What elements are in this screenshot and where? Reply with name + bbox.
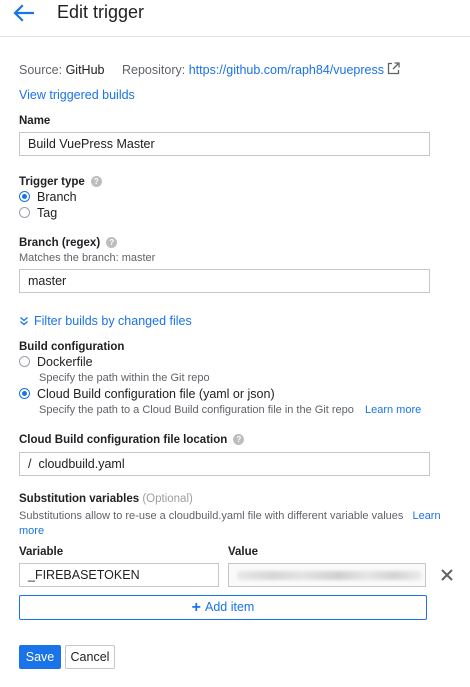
repository-info: Repository: https://github.com/raph84/vu…: [122, 63, 384, 77]
branch-input[interactable]: master: [19, 269, 430, 293]
radio-dockerfile[interactable]: Dockerfile: [19, 355, 93, 369]
substitution-desc-text: Substitutions allow to re-use a cloudbui…: [19, 510, 404, 522]
add-item-label: Add item: [205, 600, 255, 614]
name-input[interactable]: Build VuePress Master: [19, 132, 430, 156]
plus-icon: +: [191, 599, 201, 616]
config-location-label: Cloud Build configuration file location?: [19, 434, 245, 446]
radio-tag-indicator[interactable]: [19, 207, 30, 218]
variable-column-header: Variable: [19, 546, 64, 558]
name-label: Name: [19, 115, 51, 127]
page-title: Edit trigger: [57, 2, 145, 22]
cloud-build-hint: Specify the path to a Cloud Build config…: [39, 404, 421, 416]
trigger-type-label: Trigger type?: [19, 176, 102, 188]
radio-dockerfile-indicator[interactable]: [19, 356, 30, 367]
repository-label: Repository:: [122, 63, 186, 77]
add-item-button[interactable]: + Add item: [19, 595, 427, 620]
close-icon[interactable]: [439, 567, 455, 583]
optional-tag: (Optional): [142, 493, 193, 505]
branch-regex-label-text: Branch (regex): [19, 237, 101, 249]
radio-branch-label: Branch: [37, 190, 77, 204]
value-column-header: Value: [228, 546, 259, 558]
radio-cloud-build-config[interactable]: Cloud Build configuration file (yaml or …: [19, 387, 275, 401]
header-divider: [0, 36, 470, 37]
radio-tag[interactable]: Tag: [19, 206, 57, 220]
cloud-build-hint-text: Specify the path to a Cloud Build config…: [39, 404, 354, 416]
config-location-value: cloudbuild.yaml: [38, 457, 125, 471]
filter-builds-toggle[interactable]: Filter builds by changed files: [19, 314, 192, 328]
repository-link[interactable]: https://github.com/raph84/vuepress: [189, 63, 384, 77]
branch-match-hint: Matches the branch: master: [19, 252, 156, 264]
cancel-button[interactable]: Cancel: [65, 645, 115, 669]
radio-branch-indicator[interactable]: [19, 191, 30, 202]
config-location-label-text: Cloud Build configuration file location: [19, 434, 228, 446]
branch-regex-label: Branch (regex)?: [19, 237, 118, 249]
path-prefix: /: [28, 457, 32, 471]
radio-dockerfile-label: Dockerfile: [37, 355, 93, 369]
obscured-value: [237, 571, 422, 580]
source-label: Source:: [19, 63, 63, 77]
substitution-label-text: Substitution variables: [19, 493, 140, 505]
variable-name-input[interactable]: _FIREBASETOKEN: [19, 563, 219, 587]
help-icon[interactable]: ?: [90, 176, 102, 187]
arrow-left-icon[interactable]: [12, 3, 34, 23]
radio-cloud-build-label: Cloud Build configuration file (yaml or …: [37, 387, 275, 401]
filter-builds-label: Filter builds by changed files: [34, 314, 192, 328]
chevron-double-down-icon: [20, 317, 28, 326]
build-configuration-label: Build configuration: [19, 341, 125, 353]
dockerfile-hint: Specify the path within the Git repo: [39, 372, 210, 384]
substitution-description: Substitutions allow to re-use a cloudbui…: [19, 509, 449, 539]
substitution-variables-label: Substitution variables (Optional): [19, 493, 193, 505]
source-value: GitHub: [65, 63, 105, 77]
help-icon[interactable]: ?: [233, 434, 245, 445]
radio-cloud-build-indicator[interactable]: [19, 388, 30, 399]
radio-tag-label: Tag: [37, 206, 58, 220]
view-triggered-builds-link[interactable]: View triggered builds: [19, 88, 135, 102]
open-in-new-icon[interactable]: [387, 62, 400, 75]
trigger-type-label-text: Trigger type: [19, 176, 85, 188]
radio-branch[interactable]: Branch: [19, 190, 77, 204]
learn-more-link[interactable]: Learn more: [365, 404, 421, 416]
page-header: Edit trigger: [0, 0, 470, 28]
help-icon[interactable]: ?: [106, 237, 118, 248]
source-info: Source: GitHub: [19, 63, 104, 77]
variable-value-input[interactable]: [228, 563, 426, 587]
save-button[interactable]: Save: [19, 645, 61, 669]
config-location-input[interactable]: / cloudbuild.yaml: [19, 452, 430, 476]
